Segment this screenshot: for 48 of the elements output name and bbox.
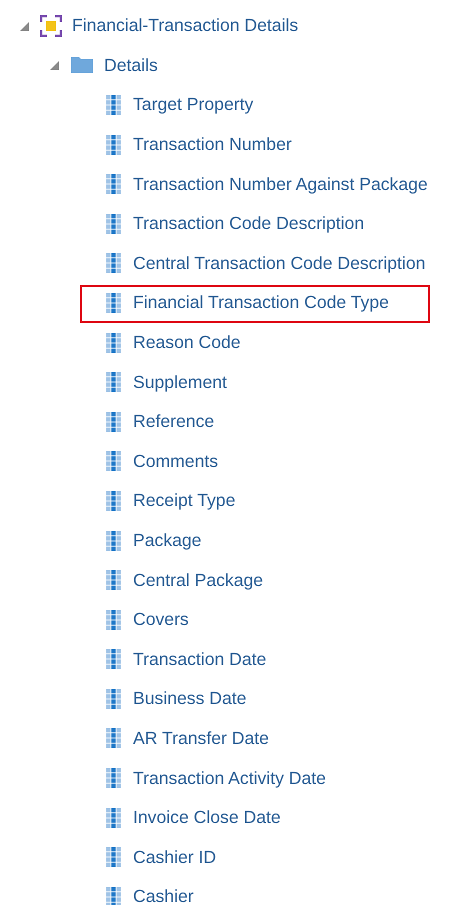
grid-icon [104,451,123,472]
grid-icon [104,94,123,115]
grid-icon [104,490,123,511]
expand-triangle-icon[interactable] [18,20,30,32]
field-label[interactable]: Reason Code [133,332,241,354]
field-label[interactable]: Comments [133,450,218,472]
field-label[interactable]: Cashier ID [133,846,216,868]
grid-icon [104,808,123,828]
field-label[interactable]: Transaction Number Against Package [133,174,428,195]
field-label[interactable]: Package [133,530,202,552]
grid-icon [104,174,123,194]
field-label[interactable]: Central Transaction Code Description [133,252,426,274]
expand-triangle-icon[interactable] [48,59,60,72]
field-label[interactable]: Business Date [133,688,246,710]
field-label[interactable]: Invoice Close Date [133,807,281,828]
field-label[interactable]: Transaction Date [133,648,266,670]
grid-icon [104,570,123,590]
grid-icon [104,847,123,868]
folder-label[interactable]: Details [104,54,158,76]
field-label[interactable]: Central Package [133,570,264,591]
grid-icon [104,412,123,432]
grid-icon [104,688,123,709]
grid-icon [104,768,123,788]
bracket-square-icon [40,14,62,37]
field-label[interactable]: Target Property [133,94,254,116]
field-label[interactable]: Transaction Code Description [133,213,364,234]
grid-icon [104,253,123,274]
field-label[interactable]: Transaction Activity Date [133,768,326,789]
grid-icon [104,332,123,353]
grid-icon [104,610,123,630]
field-label[interactable]: Reference [133,411,214,432]
grid-icon [104,372,123,392]
field-label[interactable]: Covers [133,609,189,630]
grid-icon [104,292,123,313]
grid-icon [104,649,123,670]
grid-icon [104,886,123,905]
field-label[interactable]: Supplement [133,372,227,393]
field-label[interactable]: AR Transfer Date [133,728,269,749]
folder-icon [70,56,94,74]
grid-icon [104,728,123,748]
grid-icon [104,214,123,234]
grid-icon [104,530,123,551]
grid-icon [104,134,123,155]
field-label[interactable]: Cashier [133,886,194,905]
tree-node-label[interactable]: Financial-Transaction Details [72,15,298,36]
field-label[interactable]: Receipt Type [133,490,236,512]
field-label[interactable]: Financial Transaction Code Type [133,292,389,314]
field-label[interactable]: Transaction Number [133,134,292,156]
